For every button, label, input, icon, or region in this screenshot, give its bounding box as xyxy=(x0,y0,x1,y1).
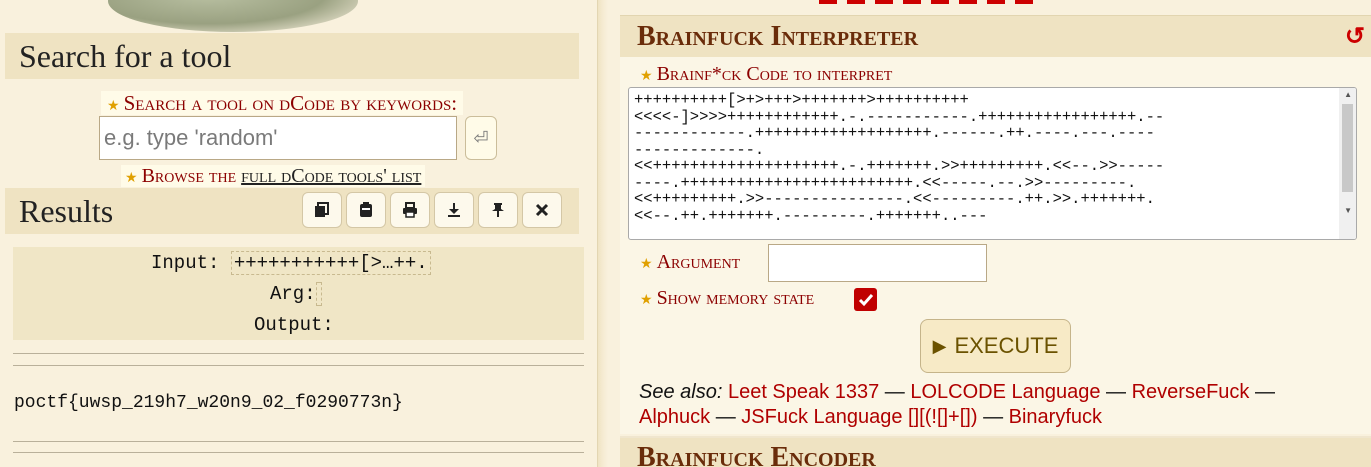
encoder-title: Brainfuck Encoder xyxy=(637,442,876,467)
memory-state-checkbox[interactable] xyxy=(854,288,877,311)
star-icon: ★ xyxy=(640,69,653,84)
search-keywords-label: ★ Search a tool on dCode by keywords: xyxy=(101,91,464,115)
star-icon: ★ xyxy=(125,171,138,186)
see-also-link[interactable]: Alphuck xyxy=(639,406,710,428)
separator: — xyxy=(710,406,742,428)
arg-value: ​ xyxy=(315,282,322,306)
checkmark-icon xyxy=(858,293,873,306)
result-summary: Input: +++++++++++[>…++. Arg:​ Output: xyxy=(13,247,584,340)
enter-icon: ⏎ xyxy=(473,127,489,148)
scroll-up-icon[interactable]: ▲ xyxy=(1344,90,1352,99)
left-column: Search for a tool ★ Search a tool on dCod… xyxy=(0,0,597,467)
pin-icon xyxy=(492,203,504,217)
memory-state-text: Show memory state xyxy=(656,287,815,309)
see-also-link[interactable]: Binaryfuck xyxy=(1009,406,1102,428)
input-label: Input: xyxy=(151,252,220,274)
input-value: +++++++++++[>…++. xyxy=(230,251,431,275)
copy-icon xyxy=(315,202,329,217)
see-also-link[interactable]: ReverseFuck xyxy=(1132,381,1250,403)
dcode-logo-image xyxy=(108,0,358,32)
scroll-thumb[interactable] xyxy=(1342,104,1353,192)
print-button[interactable] xyxy=(390,192,430,228)
star-icon: ★ xyxy=(640,257,653,272)
pin-button[interactable] xyxy=(478,192,518,228)
execute-label: EXECUTE xyxy=(954,333,1059,358)
interpreter-title: Brainfuck Interpreter xyxy=(637,21,919,52)
memory-state-label: ★ Show memory state xyxy=(640,287,814,310)
divider xyxy=(13,452,584,453)
code-label: ★ Brainf*ck Code to interpret xyxy=(640,63,892,86)
search-keywords-text: Search a tool on dCode by keywords: xyxy=(123,91,458,115)
argument-input[interactable] xyxy=(768,244,987,282)
reload-icon[interactable]: ↺ xyxy=(1345,22,1365,51)
interpreter-heading: Brainfuck Interpreter xyxy=(620,15,1371,57)
result-arg-row: Arg:​ xyxy=(270,282,322,306)
search-tool-heading: Search for a tool xyxy=(5,33,579,79)
code-label-text: Brainf*ck Code to interpret xyxy=(656,63,893,85)
separator: — xyxy=(977,406,1009,428)
download-button[interactable] xyxy=(434,192,474,228)
search-input[interactable] xyxy=(99,116,457,160)
clipboard-icon xyxy=(360,202,372,217)
encoder-heading: Brainfuck Encoder xyxy=(620,436,1371,467)
scroll-down-icon[interactable]: ▼ xyxy=(1344,206,1352,215)
copy-button[interactable] xyxy=(302,192,342,228)
full-tools-list-link[interactable]: full dCode tools' list xyxy=(241,165,421,187)
code-scrollbar[interactable]: ▲ ▼ xyxy=(1339,88,1356,239)
interpreter-panel: ★ Brainf*ck Code to interpret ++++++++++[… xyxy=(620,57,1371,434)
result-output-row: Output: xyxy=(254,314,334,336)
download-icon xyxy=(448,203,460,217)
star-icon: ★ xyxy=(107,99,120,114)
divider xyxy=(13,365,584,366)
browse-prefix: Browse the xyxy=(141,165,242,187)
execute-button[interactable]: ▶ EXECUTE xyxy=(920,319,1071,373)
see-also-label: See also: xyxy=(639,381,723,403)
see-also-link[interactable]: LOLCODE Language xyxy=(910,381,1100,403)
result-output-text[interactable]: poctf{uwsp_219h7_w20n9_02_f0290773n} xyxy=(14,393,403,413)
argument-label: ★ Argument xyxy=(640,251,740,274)
copy-clipboard-button[interactable] xyxy=(346,192,386,228)
divider xyxy=(13,441,584,442)
results-title: Results xyxy=(19,193,114,229)
play-icon: ▶ xyxy=(932,335,947,356)
close-icon xyxy=(535,203,549,217)
close-button[interactable] xyxy=(522,192,562,228)
see-also: See also: Leet Speak 1337 — LOLCODE Lang… xyxy=(639,380,1329,430)
code-textarea[interactable]: ++++++++++[>+>+++>+++++++>++++++++++ <<<… xyxy=(628,87,1357,240)
result-input-row: Input: +++++++++++[>…++. xyxy=(151,251,431,275)
print-icon xyxy=(403,202,417,218)
browse-tools-link-row: ★ Browse the full dCode tools' list xyxy=(121,165,426,187)
code-text[interactable]: ++++++++++[>+>+++>+++++++>++++++++++ <<<… xyxy=(634,92,1310,224)
separator: — xyxy=(879,381,911,403)
output-label: Output: xyxy=(254,314,334,336)
argument-label-text: Argument xyxy=(656,251,741,273)
star-icon: ★ xyxy=(640,293,653,308)
see-also-link[interactable]: Leet Speak 1337 xyxy=(728,381,879,403)
top-decoration xyxy=(819,0,1039,4)
arg-label: Arg: xyxy=(270,283,316,305)
right-column: Brainfuck Interpreter ↺ ★ Brainf*ck Code … xyxy=(619,0,1371,467)
search-submit-button[interactable]: ⏎ xyxy=(465,116,497,160)
see-also-link[interactable]: JSFuck Language [][(![]+[]) xyxy=(741,406,977,428)
column-splitter[interactable] xyxy=(597,0,619,467)
divider xyxy=(13,353,584,354)
separator: — xyxy=(1249,381,1275,403)
separator: — xyxy=(1100,381,1132,403)
